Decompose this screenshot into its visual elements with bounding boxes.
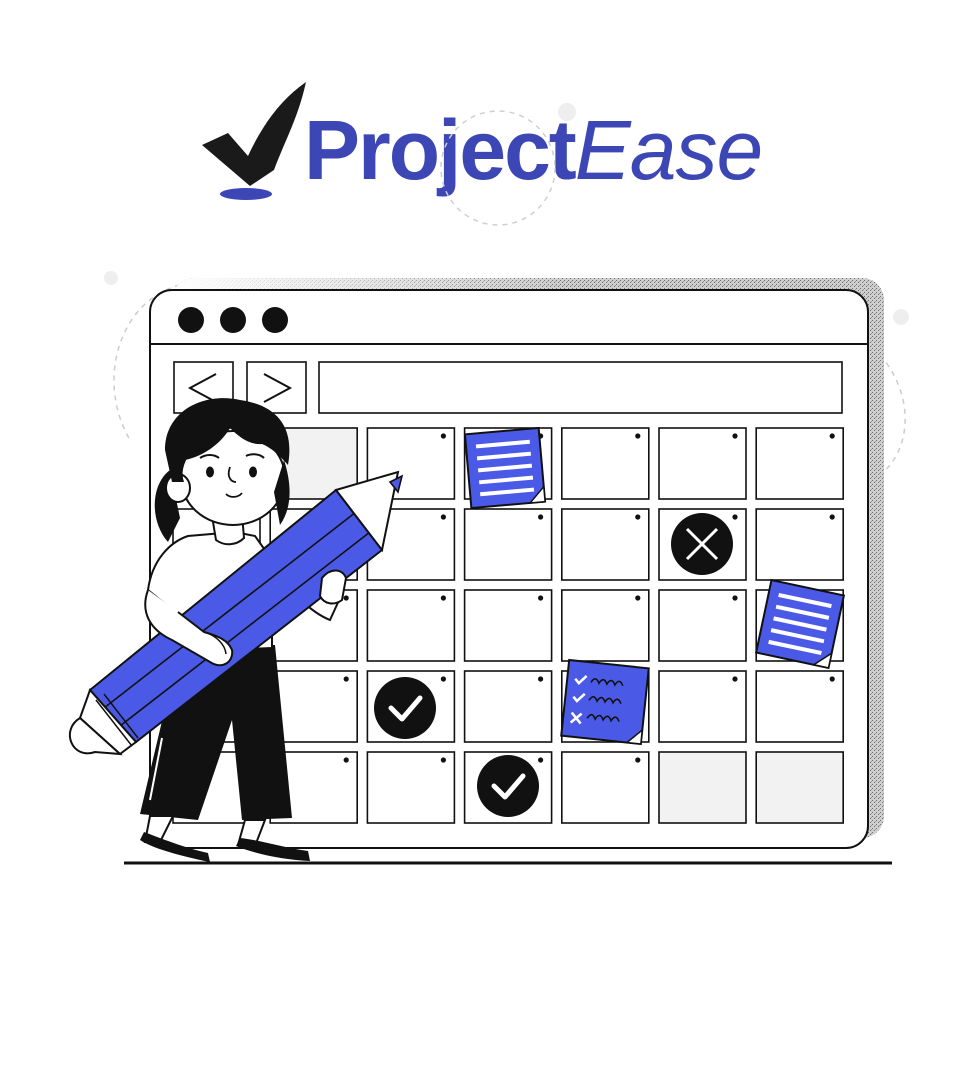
day-dot xyxy=(732,514,738,520)
lined-note-icon xyxy=(754,578,846,670)
check-mark xyxy=(477,755,539,817)
window-dot xyxy=(262,307,288,333)
calendar-day-cell[interactable] xyxy=(366,751,456,824)
calendar-day-cell[interactable] xyxy=(560,589,650,662)
calendar-day-cell[interactable] xyxy=(560,751,650,824)
day-dot xyxy=(343,595,349,601)
calendar-illustration xyxy=(68,271,909,865)
calendar-day-cell[interactable] xyxy=(463,508,553,581)
cross-mark xyxy=(671,513,733,575)
calendar-day-cell[interactable] xyxy=(755,427,845,500)
day-dot xyxy=(732,433,738,439)
day-dot xyxy=(732,595,738,601)
day-dot xyxy=(538,595,544,601)
day-dot xyxy=(635,757,641,763)
brand-logo: ProjectEase xyxy=(200,78,800,228)
checklist-note-icon xyxy=(560,658,650,746)
check-icon xyxy=(477,755,539,817)
window-dot xyxy=(178,307,204,333)
day-dot xyxy=(732,676,738,682)
day-dot xyxy=(829,514,835,520)
calendar-day-cell[interactable] xyxy=(755,670,845,743)
calendar-day-cell[interactable] xyxy=(755,508,845,581)
day-dot xyxy=(440,757,446,763)
lined-note-icon xyxy=(463,426,547,510)
day-dot xyxy=(538,676,544,682)
brand-name-part1: Project xyxy=(304,103,577,197)
calendar-day-cell[interactable] xyxy=(463,589,553,662)
calendar-day-cell[interactable] xyxy=(658,670,747,743)
day-dot xyxy=(829,676,835,682)
day-dot xyxy=(440,676,446,682)
calendar-day-cell[interactable] xyxy=(463,670,553,743)
day-dot xyxy=(635,433,641,439)
day-dot xyxy=(440,433,446,439)
calendar-day-cell[interactable] xyxy=(658,427,747,500)
calendar-day-cell[interactable] xyxy=(366,589,456,662)
day-dot xyxy=(635,514,641,520)
checkmark-icon xyxy=(202,82,306,200)
check-icon xyxy=(374,677,436,739)
day-dot xyxy=(440,514,446,520)
brand-name: ProjectEase xyxy=(304,108,763,192)
address-bar[interactable] xyxy=(318,361,843,414)
calendar-day-cell[interactable] xyxy=(560,508,650,581)
day-dot xyxy=(440,595,446,601)
day-dot xyxy=(538,514,544,520)
check-mark xyxy=(374,677,436,739)
brand-name-part2: Ease xyxy=(574,103,763,197)
calendar-day-cell[interactable] xyxy=(658,589,747,662)
day-dot xyxy=(635,595,641,601)
window-dot xyxy=(220,307,246,333)
day-dot xyxy=(343,676,349,682)
day-dot xyxy=(343,757,349,763)
day-dot xyxy=(538,757,544,763)
calendar-day-cell[interactable] xyxy=(560,427,650,500)
day-dot xyxy=(829,433,835,439)
calendar-day-cell[interactable] xyxy=(755,751,845,824)
calendar-day-cell[interactable] xyxy=(658,751,747,824)
